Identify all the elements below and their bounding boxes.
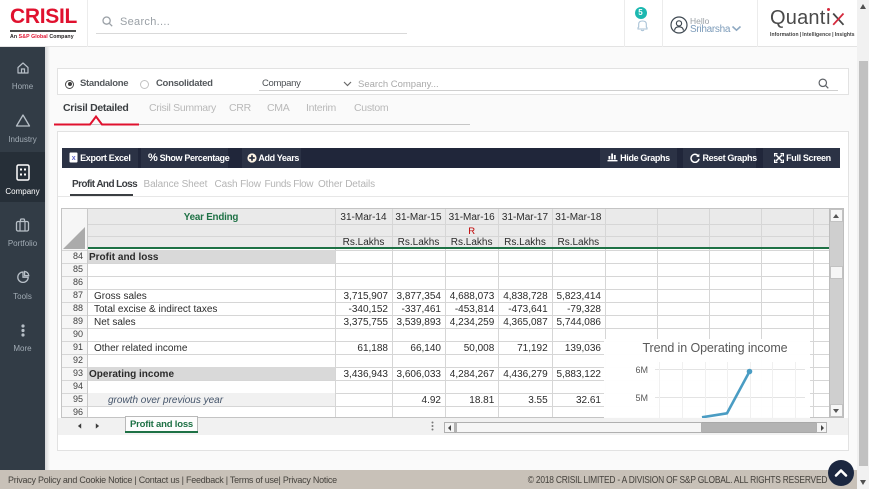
svg-text:x: x bbox=[72, 155, 76, 162]
